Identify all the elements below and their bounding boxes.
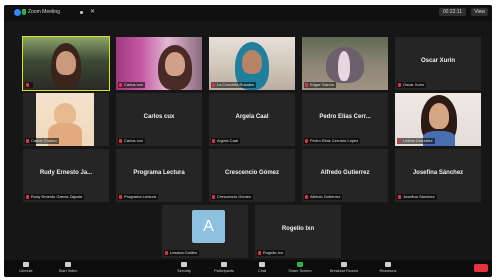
zoom-meeting-window: Zoom Meeting ✕ 00:22:11 View Carlos cux … [4, 5, 492, 277]
participants-icon [221, 262, 227, 267]
muted-mic-icon [398, 195, 401, 199]
window-title: Zoom Meeting [28, 9, 60, 15]
participant-tile[interactable]: Carlos cux [116, 37, 202, 90]
participant-label: Leticia Gonzalez [397, 138, 435, 144]
participant-label: Rogelio Ixn [257, 250, 286, 256]
muted-mic-icon [165, 251, 168, 255]
reactions-icon [385, 262, 391, 267]
participant-tile[interactable]: Programa Lectura Programa Lectura [116, 149, 202, 202]
participant-label: Argela Caal [211, 138, 240, 144]
muted-mic-icon [258, 251, 261, 255]
participant-label: Oscar Xurin [397, 82, 427, 88]
participant-label: Carlos cux [118, 138, 145, 144]
participant-tile[interactable]: La Conchita Rosales [209, 37, 295, 90]
muted-mic-icon [26, 195, 29, 199]
muted-mic-icon [212, 83, 215, 87]
participant-label: Alfredo Gutierrez [304, 194, 343, 200]
participant-tile[interactable]: Carlos Chamo [23, 93, 109, 146]
end-meeting-button[interactable] [474, 264, 488, 272]
participant-tile[interactable]: Alfredo Gutierrez Alfredo Gutierrez [302, 149, 388, 202]
encryption-shield-icon[interactable] [22, 9, 26, 15]
participant-label: Pedro Elías Cerrano López [304, 138, 361, 144]
muted-mic-icon [398, 139, 401, 143]
recording-dot-icon [80, 11, 83, 14]
breakout-rooms-button[interactable]: Breakout Rooms [324, 262, 364, 273]
video-camera-icon [65, 262, 71, 267]
title-bar: Zoom Meeting ✕ 00:22:11 View [4, 5, 492, 22]
share-screen-icon [297, 262, 303, 267]
view-button[interactable]: View [471, 8, 488, 16]
breakout-rooms-icon [341, 262, 347, 267]
participant-label: Lessica Guillén [164, 250, 200, 256]
muted-mic-icon [26, 139, 29, 143]
participants-button[interactable]: Participants [204, 262, 244, 273]
participant-name: Alfredo Gutierrez [320, 170, 370, 176]
muted-mic-icon [119, 139, 122, 143]
muted-mic-icon [305, 83, 308, 87]
participant-tile[interactable]: Rudy Ernesto Ja... Rudy Ernesto García Z… [23, 149, 109, 202]
participant-label: Edgar García [304, 82, 336, 88]
close-icon[interactable]: ✕ [90, 8, 95, 15]
participant-name: Crescencio Gómez [224, 170, 280, 176]
unmute-button[interactable]: Unmute [6, 262, 46, 273]
chat-icon [259, 262, 265, 267]
participant-name: Rogelio Ixn [281, 226, 315, 232]
participant-tile[interactable]: Rogelio Ixn Rogelio Ixn [255, 205, 341, 258]
muted-mic-icon [398, 83, 401, 87]
participant-tile[interactable]: Crescencio Gómez Crescencio Gómez [209, 149, 295, 202]
meeting-timer: 00:22:11 [438, 8, 466, 16]
meeting-toolbar: Unmute Start Video Security Participants… [4, 260, 492, 277]
participant-label: Rudy Ernesto García Zapata [25, 194, 84, 200]
participant-tile[interactable]: Pedro Elías Cerr... Pedro Elías Cerrano … [302, 93, 388, 146]
participant-label: Crescencio Gómez [211, 194, 254, 200]
shield-icon [181, 262, 187, 267]
muted-mic-icon [212, 139, 215, 143]
participant-label: Carlos cux [118, 82, 145, 88]
participant-name: Argela Caal [235, 114, 269, 120]
start-video-button[interactable]: Start Video [48, 262, 88, 273]
muted-mic-icon [119, 195, 122, 199]
share-screen-button[interactable]: Share Screen [280, 262, 320, 273]
participant-label: Josefina Sánchez [397, 194, 437, 200]
participant-name: Josefina Sánchez [412, 170, 464, 176]
participant-name: Pedro Elías Cerr... [319, 114, 371, 120]
muted-mic-icon [212, 195, 215, 199]
reactions-button[interactable]: Reactions [368, 262, 408, 273]
participant-tile[interactable] [22, 36, 110, 91]
participant-tile[interactable]: A Lessica Guillén [162, 205, 248, 258]
participant-name: Programa Lectura [133, 170, 185, 176]
participant-tile[interactable]: Oscar Xurin Oscar Xurin [395, 37, 481, 90]
participant-tile[interactable]: Edgar García [302, 37, 388, 90]
muted-mic-icon [305, 195, 308, 199]
participant-label: La Conchita Rosales [211, 82, 256, 88]
participant-tile[interactable]: Argela Caal Argela Caal [209, 93, 295, 146]
participant-name: Carlos cux [143, 114, 175, 120]
participant-tile[interactable]: Carlos cux Carlos cux [116, 93, 202, 146]
microphone-icon [23, 262, 29, 267]
participant-label: Programa Lectura [118, 194, 159, 200]
participant-label [25, 82, 33, 88]
avatar: A [192, 210, 225, 243]
muted-mic-icon [305, 139, 308, 143]
security-button[interactable]: Security [164, 262, 204, 273]
participant-name: Oscar Xurin [420, 58, 455, 64]
participant-tile[interactable]: Josefina Sánchez Josefina Sánchez [395, 149, 481, 202]
muted-mic-icon [119, 83, 122, 87]
participant-tile[interactable]: Leticia Gonzalez [395, 93, 481, 146]
participant-name: Rudy Ernesto Ja... [39, 170, 93, 176]
chat-button[interactable]: Chat [242, 262, 282, 273]
zoom-logo-icon [14, 9, 21, 16]
participant-label: Carlos Chamo [25, 138, 59, 144]
muted-mic-icon [26, 83, 29, 87]
